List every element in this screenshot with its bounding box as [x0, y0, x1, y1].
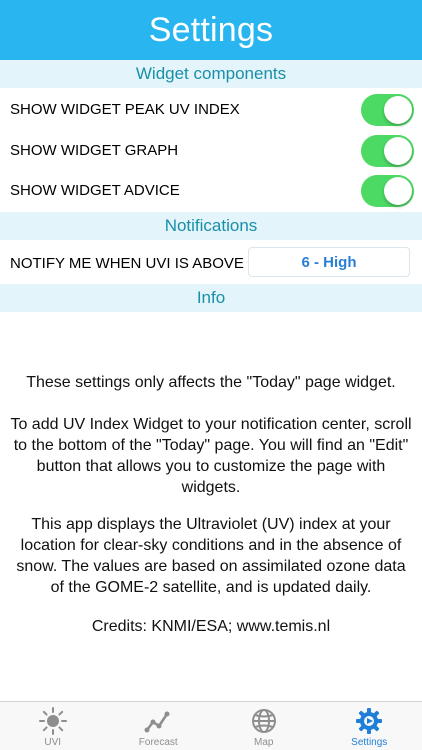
tab-settings[interactable]: Settings — [317, 702, 422, 750]
toggle-knob — [384, 96, 412, 124]
tab-label: Map — [254, 737, 274, 748]
section-title: Notifications — [164, 216, 258, 235]
setting-row-notify-threshold: NOTIFY ME WHEN UVI IS ABOVE 6 - High — [0, 243, 422, 283]
info-paragraph: To add UV Index Widget to your notificat… — [10, 416, 412, 496]
setting-row-advice: SHOW WIDGET ADVICE — [0, 170, 422, 210]
globe-icon — [251, 709, 276, 733]
info-paragraph: These settings only affects the "Today" … — [26, 374, 396, 391]
uvi-threshold-value: 6 - High — [301, 253, 357, 271]
toggle-knob — [384, 177, 412, 205]
tab-map[interactable]: Map — [211, 702, 317, 750]
section-header-notifications: Notifications — [0, 212, 422, 240]
section-title: Widget components — [135, 64, 287, 83]
section-title: Info — [196, 288, 226, 307]
section-header-info: Info — [0, 284, 422, 312]
tab-uvi[interactable]: UVI — [0, 702, 106, 750]
tab-label: UVI — [44, 737, 62, 748]
gear-icon — [356, 708, 383, 734]
peak-uv-index-toggle[interactable] — [361, 94, 414, 126]
sun-icon — [38, 707, 67, 735]
tab-forecast[interactable]: Forecast — [106, 702, 212, 750]
section-header-widget-components: Widget components — [0, 60, 422, 88]
tab-label: Forecast — [138, 737, 178, 748]
graph-toggle[interactable] — [361, 135, 414, 167]
uvi-threshold-select[interactable]: 6 - High — [248, 247, 410, 277]
advice-toggle[interactable] — [361, 175, 414, 207]
setting-row-graph: SHOW WIDGET GRAPH — [0, 130, 422, 170]
page-title: Settings — [148, 10, 274, 49]
tab-label: Settings — [351, 737, 388, 748]
info-paragraph: Credits: KNMI/ESA; www.temis.nl — [91, 618, 331, 635]
setting-row-peak-uv-index: SHOW WIDGET PEAK UV INDEX — [0, 89, 422, 129]
tab-bar: UVI Forecast Map Settings — [0, 701, 422, 750]
toggle-knob — [384, 137, 412, 165]
forecast-chart-icon — [144, 711, 170, 733]
info-paragraph: This app displays the Ultraviolet (UV) i… — [16, 516, 406, 596]
nav-bar: Settings — [0, 0, 422, 60]
